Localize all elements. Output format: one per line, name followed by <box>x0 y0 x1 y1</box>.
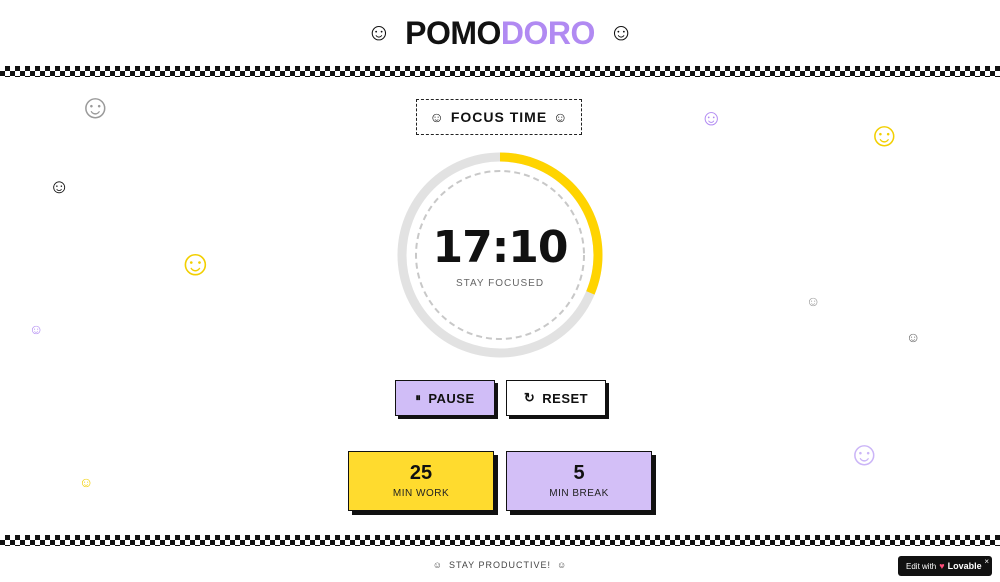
badge-prefix: Edit with <box>906 561 937 571</box>
app-title: POMO DORO <box>405 15 595 52</box>
break-duration-label: MIN BREAK <box>549 488 609 499</box>
smiley-icon: ☺ <box>847 435 882 473</box>
checker-divider-bottom <box>0 535 1000 546</box>
heart-icon: ♥ <box>939 561 945 571</box>
app-title-part2: DORO <box>500 14 596 51</box>
smiley-icon: ☺ <box>700 105 723 130</box>
timer-subtitle: STAY FOCUSED <box>455 278 545 289</box>
time-display: 17:10 <box>432 222 568 273</box>
work-duration-label: MIN WORK <box>392 488 450 499</box>
smiley-icon: ☺ <box>177 242 214 283</box>
footer-text: STAY PRODUCTIVE! <box>448 560 551 570</box>
smiley-icon: ☺ <box>366 19 392 46</box>
smiley-icon: ☺ <box>49 176 70 198</box>
reset-label: RESET <box>542 390 589 406</box>
checker-divider-top <box>0 66 1000 77</box>
smiley-icon: ☺ <box>432 560 443 570</box>
smiley-icon: ☺ <box>29 321 44 337</box>
badge-brand: Lovable <box>947 561 982 571</box>
smiley-icon: ☺ <box>806 293 821 309</box>
smiley-icon: ☺ <box>906 329 921 345</box>
smiley-icon: ☺ <box>553 109 569 125</box>
app-title-part1: POMO <box>405 14 501 51</box>
smiley-icon: ☺ <box>867 116 902 154</box>
work-duration-value: 25 <box>409 462 433 484</box>
smiley-icon: ☺ <box>78 88 113 126</box>
pause-icon: ⏸ <box>415 391 422 404</box>
smiley-icon: ☺ <box>79 474 94 490</box>
edit-with-lovable-badge[interactable]: Edit with ♥ Lovable × <box>898 556 992 576</box>
timer-ring: 17:10 STAY FOCUSED <box>397 152 603 358</box>
close-icon[interactable]: × <box>984 557 989 566</box>
work-duration-card[interactable]: 25 MIN WORK <box>348 451 494 511</box>
pause-button[interactable]: ⏸ PAUSE <box>395 380 495 416</box>
break-duration-card[interactable]: 5 MIN BREAK <box>506 451 652 511</box>
reset-icon: ↻ <box>523 390 536 405</box>
reset-button[interactable]: ↻ RESET <box>506 380 606 416</box>
smiley-icon: ☺ <box>608 19 634 46</box>
pause-label: PAUSE <box>428 390 475 406</box>
smiley-icon: ☺ <box>429 109 445 125</box>
app-header: ☺ POMO DORO ☺ <box>0 0 1000 66</box>
footer: ☺ STAY PRODUCTIVE! ☺ <box>0 556 1000 574</box>
break-duration-value: 5 <box>573 462 585 484</box>
mode-badge: ☺ FOCUS TIME ☺ <box>416 99 582 135</box>
smiley-icon: ☺ <box>557 560 568 570</box>
mode-label: FOCUS TIME <box>450 109 548 125</box>
